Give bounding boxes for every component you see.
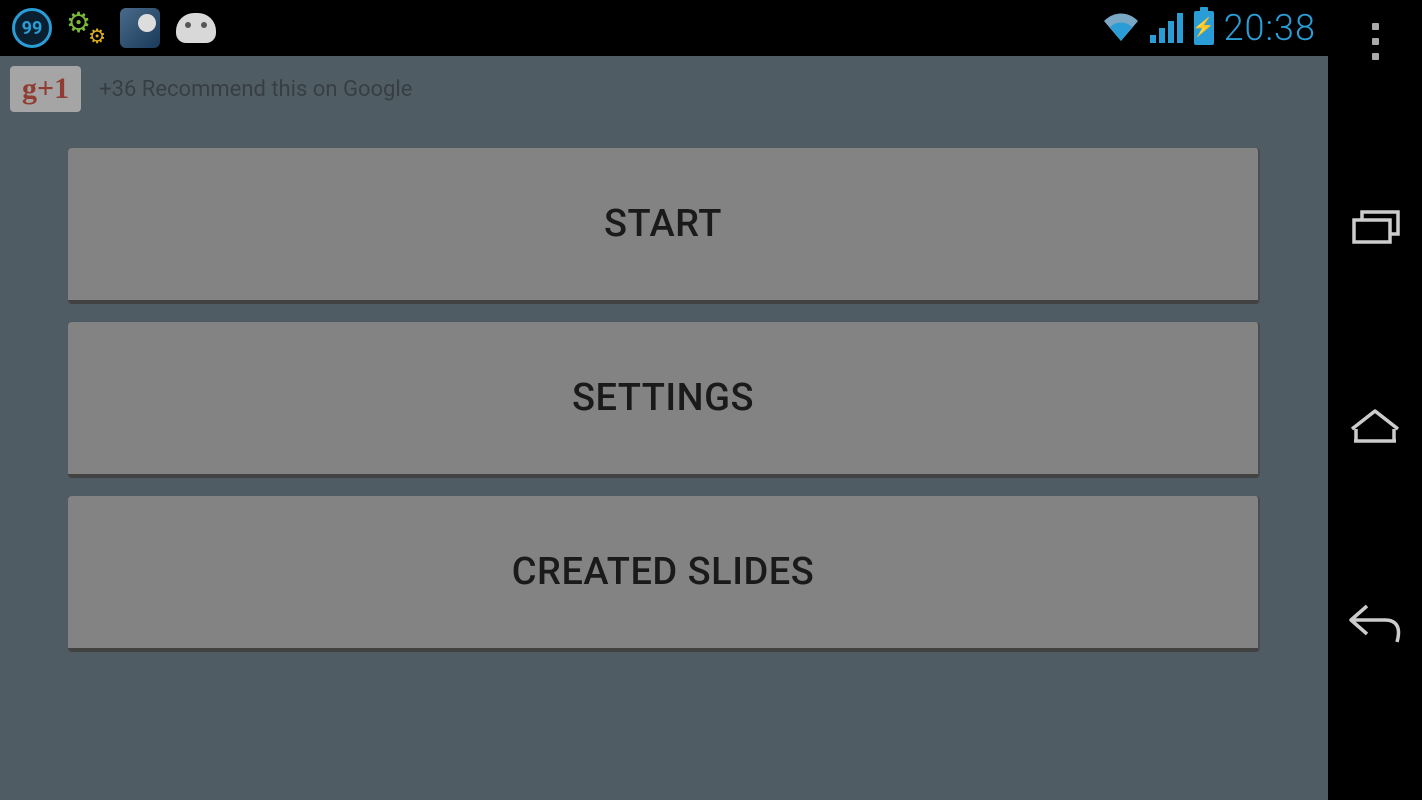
google-plus-one-button[interactable]: g+1 xyxy=(10,66,81,112)
recent-apps-button[interactable] xyxy=(1347,198,1403,254)
notification-app-icon xyxy=(120,8,160,48)
nav-buttons-group xyxy=(1328,126,1422,784)
notification-badge-99-icon: 99 xyxy=(12,8,52,48)
screen-area: 99 ⚡ 20:38 xyxy=(0,0,1328,800)
cell-signal-icon xyxy=(1150,13,1184,43)
device-frame: 99 ⚡ 20:38 xyxy=(0,0,1422,800)
recommend-on-google-text: +36 Recommend this on Google xyxy=(99,77,412,102)
notification-android-icon xyxy=(176,13,216,43)
recommend-row: g+1 +36 Recommend this on Google xyxy=(10,66,412,112)
home-icon xyxy=(1348,405,1402,445)
back-button[interactable] xyxy=(1347,596,1403,652)
status-bar-left: 99 xyxy=(12,8,216,48)
created-slides-button[interactable]: CREATED SLIDES xyxy=(68,496,1260,652)
back-icon xyxy=(1347,602,1403,646)
wifi-icon xyxy=(1102,13,1140,43)
start-button[interactable]: START xyxy=(68,148,1260,304)
settings-button[interactable]: SETTINGS xyxy=(68,322,1260,478)
app-content: g+1 +36 Recommend this on Google START S… xyxy=(0,56,1328,800)
recent-apps-icon xyxy=(1350,206,1400,246)
main-menu-buttons: START SETTINGS CREATED SLIDES xyxy=(68,148,1260,652)
home-button[interactable] xyxy=(1347,397,1403,453)
status-bar-right: ⚡ 20:38 xyxy=(1102,7,1316,49)
overflow-menu-button[interactable] xyxy=(1355,16,1395,66)
status-bar: 99 ⚡ 20:38 xyxy=(0,0,1328,56)
status-bar-clock: 20:38 xyxy=(1224,7,1316,49)
notification-gears-icon xyxy=(68,10,104,46)
battery-charging-icon: ⚡ xyxy=(1194,11,1214,45)
system-nav-bar xyxy=(1328,0,1422,800)
